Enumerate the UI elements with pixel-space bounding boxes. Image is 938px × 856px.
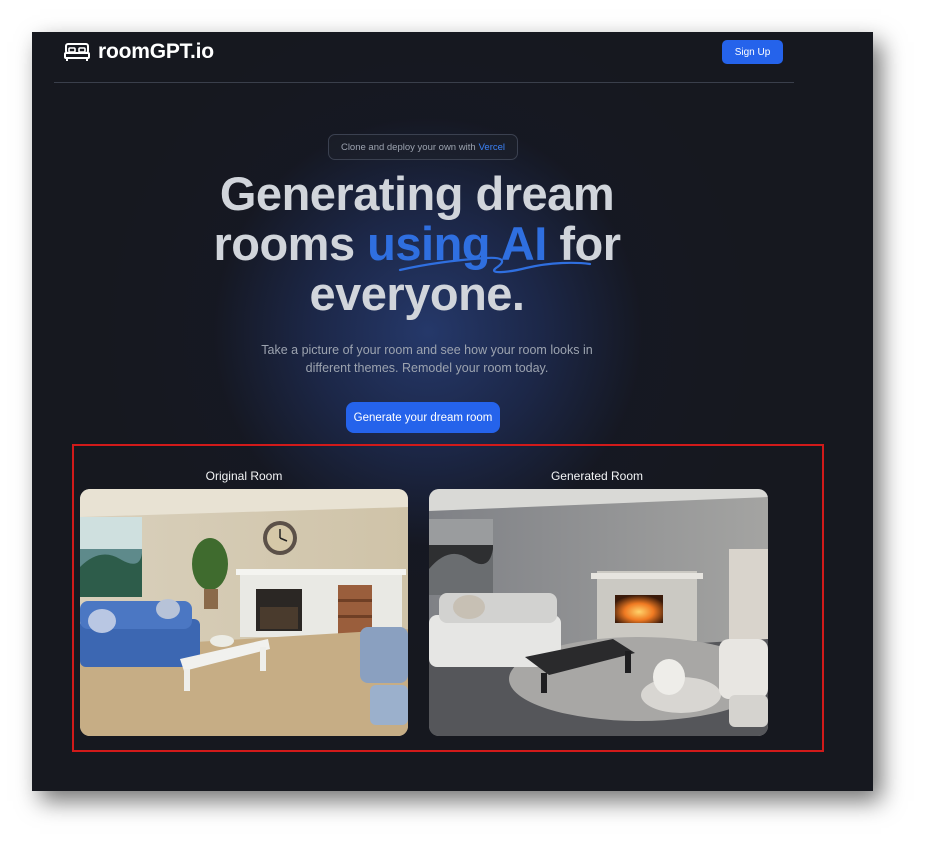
generate-room-button[interactable]: Generate your dream room (346, 402, 500, 433)
original-room-label: Original Room (205, 469, 283, 483)
logo-text: roomGPT.io (98, 40, 214, 63)
generated-room-image (429, 489, 768, 736)
generated-room-label: Generated Room (550, 469, 644, 483)
site-header: roomGPT.io Sign Up (32, 32, 873, 84)
promo-text: Clone and deploy your own with (340, 141, 476, 153)
vercel-link[interactable]: Vercel (479, 142, 505, 153)
original-room-image (80, 489, 408, 736)
sign-up-button[interactable]: Sign Up (722, 40, 783, 64)
hero-headline: Generating dream rooms using AI for ever… (192, 169, 642, 319)
hero-subtitle: Take a picture of your room and see how … (261, 343, 593, 375)
header-divider (54, 82, 794, 83)
logo-link[interactable]: roomGPT.io (64, 40, 214, 64)
deploy-promo-pill[interactable]: Clone and deploy your own with Vercel (328, 134, 518, 160)
underline-squiggle-icon (398, 256, 592, 274)
app-window: roomGPT.io Sign Up Clone and deploy your… (32, 32, 873, 791)
bed-icon (64, 43, 90, 61)
